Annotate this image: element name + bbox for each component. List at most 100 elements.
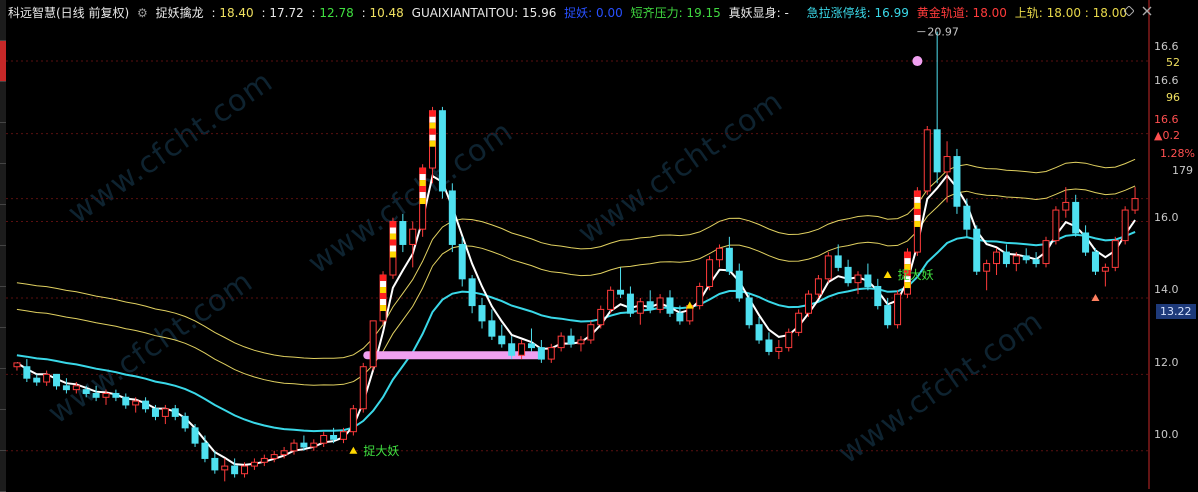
candle-body <box>458 243 466 280</box>
candle-body <box>894 293 902 326</box>
signal-block <box>389 239 396 246</box>
candle-body <box>933 129 941 173</box>
settings-icon[interactable]: ⚙ <box>137 6 148 20</box>
signal-block <box>380 281 387 288</box>
axis-label: 16.6 <box>1154 74 1179 87</box>
candle-body <box>1082 232 1090 253</box>
candle-body <box>656 297 664 310</box>
axis-label: ▲0.2 <box>1154 129 1180 142</box>
candle-body <box>527 343 535 349</box>
candle-body <box>231 465 239 475</box>
candle-body <box>725 247 733 272</box>
candle-body <box>320 435 328 444</box>
candle-body <box>1002 251 1010 265</box>
signal-block <box>429 134 436 141</box>
candle-body <box>102 392 110 398</box>
signal-block <box>380 305 387 312</box>
candle-body <box>92 392 100 398</box>
candle-body <box>963 205 971 230</box>
candle-body <box>715 247 723 261</box>
signal-block <box>389 221 396 228</box>
stock-title[interactable]: 科远智慧(日线 前复权) <box>8 6 129 20</box>
candle-body <box>349 408 357 433</box>
signal-block <box>389 233 396 240</box>
signal-block <box>914 208 921 215</box>
candle-body <box>300 442 308 448</box>
candle-body <box>201 442 209 459</box>
candle-body <box>369 320 377 368</box>
candle-body <box>409 228 417 245</box>
axis-label: 96 <box>1166 91 1180 104</box>
signal-block <box>429 128 436 135</box>
signal-block <box>419 192 426 199</box>
candle-body <box>33 377 41 383</box>
signal-block <box>389 227 396 234</box>
candle-body <box>1032 259 1040 265</box>
candle-body <box>834 255 842 268</box>
signal-block <box>914 190 921 197</box>
candle-body <box>468 278 476 307</box>
candle-body <box>1091 251 1099 272</box>
diamond-icon[interactable] <box>1124 6 1134 16</box>
candle-body <box>132 400 140 406</box>
peak-price-label: 20.97 <box>927 26 959 39</box>
signal-block <box>429 140 436 147</box>
candle-body <box>112 392 120 398</box>
candle-body <box>1022 255 1030 261</box>
candle-body <box>567 335 575 345</box>
candle-body <box>626 293 634 314</box>
candle-body <box>735 270 743 299</box>
candle-body <box>122 396 130 406</box>
value-4: : 10.48 <box>361 6 404 20</box>
indicator-name[interactable]: 捉妖擒龙 <box>156 6 204 20</box>
axis-label: 12.0 <box>1154 356 1179 369</box>
candle-body <box>557 335 565 349</box>
axis-label: 179 <box>1172 164 1193 177</box>
candle-body <box>250 461 258 467</box>
signal-block <box>380 293 387 300</box>
signal-block <box>389 245 396 252</box>
signal-block <box>419 198 426 205</box>
candle-body <box>884 305 892 326</box>
candle-body <box>706 259 714 287</box>
signal-block <box>914 214 921 221</box>
candle-body <box>1062 201 1070 211</box>
value-2: : 17.72 <box>261 6 304 20</box>
candle-body <box>161 408 169 417</box>
signal-block <box>419 174 426 181</box>
upper-label: 上轨: 18.00 : 18.00 <box>1014 6 1127 20</box>
candle-body <box>488 320 496 337</box>
axis-label: 10.0 <box>1154 428 1179 441</box>
signal-block <box>429 110 436 117</box>
candle-body <box>191 427 199 444</box>
candle-body <box>617 289 625 295</box>
candle-body <box>270 454 278 459</box>
candle-body <box>1042 240 1050 265</box>
trend-line <box>16 230 1136 433</box>
candle-body <box>676 312 684 322</box>
signal-block <box>429 122 436 129</box>
candle-body <box>923 129 931 192</box>
candle-body <box>607 289 615 310</box>
candle-body <box>824 255 832 280</box>
candle-body <box>1111 240 1119 268</box>
catch-label: 捉大妖 <box>898 267 934 282</box>
candle-body <box>13 362 21 368</box>
candle-body <box>1072 201 1080 234</box>
candle-body <box>142 400 150 410</box>
signal-block <box>380 275 387 282</box>
candle-body <box>537 347 545 360</box>
gold-label: 黄金轨道: 18.00 <box>916 6 1007 20</box>
candle-body <box>290 442 298 452</box>
candle-body <box>478 305 486 322</box>
candle-body <box>943 156 951 173</box>
candle-body <box>1101 266 1109 272</box>
signal-block <box>914 196 921 203</box>
candle-body <box>1052 209 1060 242</box>
candlestick-chart: 20.97捉大妖捉大妖 <box>6 0 1150 489</box>
candle-body <box>1012 255 1020 265</box>
candle-body <box>72 385 80 391</box>
signal-triangle <box>883 271 892 279</box>
axis-label: 16.6 <box>1154 40 1179 53</box>
candle-body <box>330 435 338 440</box>
